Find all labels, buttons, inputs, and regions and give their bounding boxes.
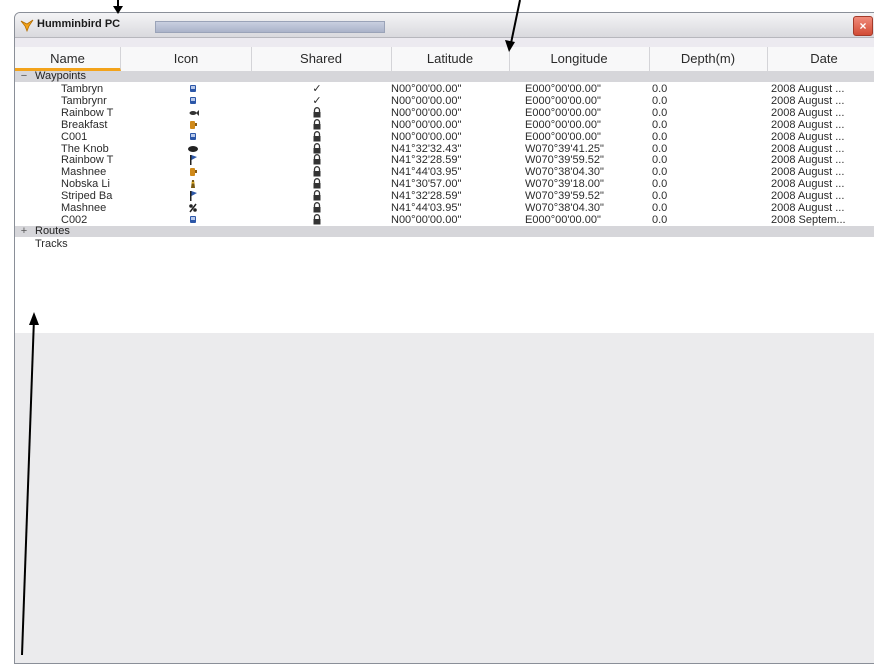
annotation-arrows xyxy=(21,0,521,655)
annotation-arrowhead-title xyxy=(113,6,123,14)
annotation-arrowhead-latitude xyxy=(505,40,515,52)
annotation-arrow-routes xyxy=(21,317,35,655)
annotation-arrowhead-routes xyxy=(29,312,39,325)
annotation-arrow-latitude xyxy=(509,0,521,49)
